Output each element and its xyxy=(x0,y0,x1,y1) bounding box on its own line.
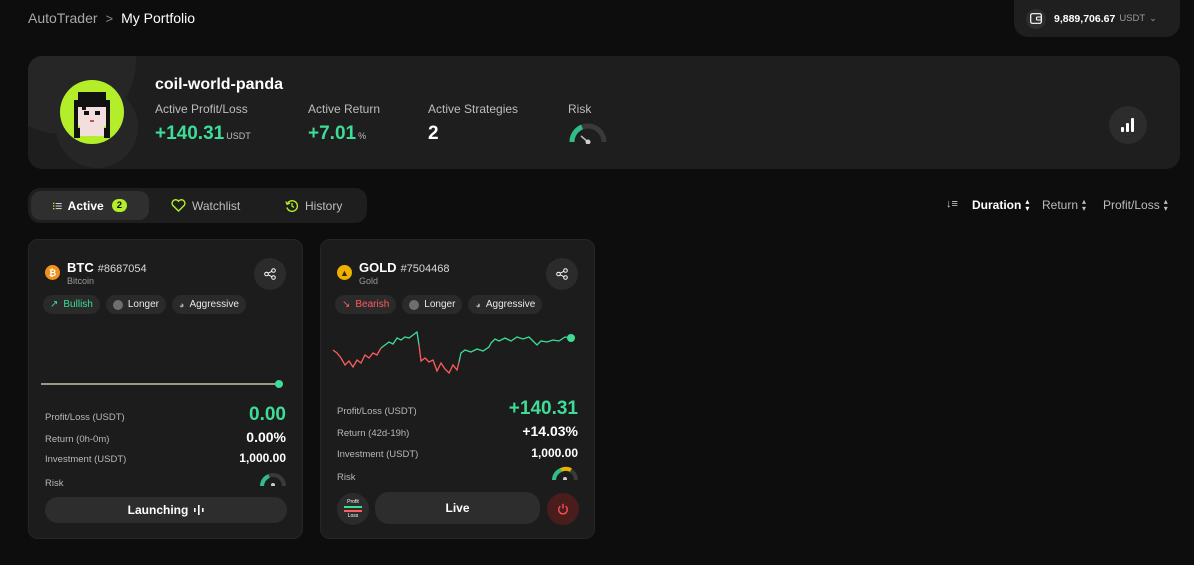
sort-icon: ↓≡ xyxy=(946,198,958,210)
tag-aggressive: ◕ Aggressive xyxy=(468,295,543,314)
username: coil-world-panda xyxy=(155,76,283,93)
stat-return: Active Return +7.01% xyxy=(308,102,380,145)
clock-icon xyxy=(409,299,420,310)
loss-bar xyxy=(344,510,362,512)
sort-arrows-icon: ▴ ▾ xyxy=(1163,197,1168,213)
stat-profit-loss: Active Profit/Loss +140.31 USDT xyxy=(155,102,251,145)
strategy-card-gold[interactable]: ▲ GOLD #7504468 Gold ↘ Bearish Longer ◕ Agg… xyxy=(320,239,595,539)
breadcrumb-separator: > xyxy=(105,10,114,26)
tab-label: Watchlist xyxy=(192,198,241,213)
tag-bullish: ↗ Bullish xyxy=(43,295,100,314)
wallet-amount: 9,889,706.67 xyxy=(1054,12,1116,25)
stat-label: Active Profit/Loss xyxy=(155,102,248,116)
trend-down-icon: ↘ xyxy=(342,299,351,310)
performance-sparkline xyxy=(332,330,575,375)
list-icon xyxy=(53,202,62,209)
sort-return[interactable]: Return ▴ ▾ xyxy=(1042,197,1087,213)
card-asset-name: Bitcoin xyxy=(67,276,95,286)
sort-order-toggle[interactable]: ↓≡ xyxy=(946,198,958,210)
profit-loss-toggle-button[interactable]: Profit Loss xyxy=(337,493,369,525)
tab-label: History xyxy=(305,198,343,213)
stat-risk: Risk xyxy=(568,102,608,149)
sort-label: Profit/Loss xyxy=(1103,198,1160,212)
wallet-balance-dropdown[interactable]: 9,889,706.67 USDT ⌄ xyxy=(1014,0,1180,37)
gold-icon: ▲ xyxy=(337,265,352,280)
profile-summary-panel: coil-world-panda Active Profit/Loss +140… xyxy=(28,56,1180,169)
power-icon xyxy=(558,503,568,515)
history-icon xyxy=(285,199,299,212)
avatar xyxy=(60,80,124,144)
tag-list: ↗ Bullish Longer ◕ Aggressive xyxy=(43,295,246,314)
live-button[interactable]: Live xyxy=(375,492,540,524)
card-row-profit-loss: Profit/Loss (USDT) +140.31 xyxy=(337,398,578,419)
loading-bars-icon xyxy=(194,505,204,515)
share-button[interactable] xyxy=(546,258,578,290)
sort-duration[interactable]: Duration ▴ ▾ xyxy=(972,197,1030,213)
launching-button[interactable]: Launching xyxy=(45,497,287,523)
sort-profit-loss[interactable]: Profit/Loss ▴ ▾ xyxy=(1103,197,1168,213)
stat-label: Active Strategies xyxy=(428,102,519,116)
card-row-risk: Risk xyxy=(337,466,578,483)
card-row-profit-loss: Profit/Loss (USDT) 0.00 xyxy=(45,404,286,425)
card-row-return: Return (0h-0m) 0.00% xyxy=(45,429,286,445)
bitcoin-icon: ₿ xyxy=(45,265,60,280)
card-row-investment: Investment (USDT) 1,000.00 xyxy=(337,446,578,460)
heart-icon xyxy=(171,199,186,212)
tab-active[interactable]: Active 2 xyxy=(31,191,149,220)
stat-label: Risk xyxy=(568,102,592,116)
stop-strategy-button[interactable] xyxy=(547,493,579,525)
chevron-down-icon: ⌄ xyxy=(1149,13,1157,23)
trend-up-icon: ↗ xyxy=(50,299,59,310)
sort-arrows-icon: ▴ ▾ xyxy=(1082,197,1087,213)
share-button[interactable] xyxy=(254,258,286,290)
card-symbol: BTC #8687054 xyxy=(67,260,147,275)
count-badge: 2 xyxy=(111,199,127,212)
tab-label: Active xyxy=(67,198,104,213)
sort-label: Return xyxy=(1042,198,1079,212)
analytics-button[interactable] xyxy=(1109,106,1147,144)
breadcrumb-current: My Portfolio xyxy=(121,10,196,26)
sort-arrows-icon: ▴ ▾ xyxy=(1025,197,1030,213)
card-row-investment: Investment (USDT) 1,000.00 xyxy=(45,451,286,465)
tag-longer: Longer xyxy=(105,295,166,314)
gauge-icon: ◕ xyxy=(475,299,481,310)
clock-icon xyxy=(112,299,123,310)
card-symbol: GOLD #7504468 xyxy=(359,260,450,275)
stat-value: +7.01% xyxy=(308,123,367,144)
tag-list: ↘ Bearish Longer ◕ Aggressive xyxy=(335,295,543,314)
breadcrumb: AutoTrader > My Portfolio xyxy=(28,10,195,26)
share-icon xyxy=(556,268,568,280)
risk-gauge-icon xyxy=(552,466,578,480)
tag-bearish: ↘ Bearish xyxy=(335,295,397,314)
bar-chart-icon xyxy=(1121,118,1134,132)
flat-performance-chart xyxy=(41,380,283,388)
tab-watchlist[interactable]: Watchlist xyxy=(171,191,240,220)
tab-history[interactable]: History xyxy=(285,191,342,220)
card-row-return: Return (42d-19h) +14.03% xyxy=(337,423,578,439)
risk-gauge-icon xyxy=(569,123,607,145)
card-row-risk: Risk xyxy=(45,472,286,489)
stat-value: +140.31 USDT xyxy=(155,123,251,144)
breadcrumb-root[interactable]: AutoTrader xyxy=(28,10,98,26)
strategy-card-btc[interactable]: ₿ BTC #8687054 Bitcoin ↗ Bullish Longer ◕ A… xyxy=(28,239,303,539)
stat-label: Active Return xyxy=(308,102,381,116)
profit-bar xyxy=(344,506,362,508)
sort-label: Duration xyxy=(972,198,1022,212)
tag-aggressive: ◕ Aggressive xyxy=(172,295,246,314)
card-asset-name: Gold xyxy=(359,276,379,286)
wallet-icon xyxy=(1026,8,1046,29)
share-icon xyxy=(264,268,276,280)
strategy-tabs: Active 2 Watchlist History xyxy=(28,188,367,223)
stat-strategies: Active Strategies 2 xyxy=(428,102,518,145)
stat-value: 2 xyxy=(428,123,439,144)
gauge-icon: ◕ xyxy=(179,299,185,310)
risk-gauge-icon xyxy=(260,473,286,486)
wallet-unit: USDT xyxy=(1119,13,1146,24)
tag-longer: Longer xyxy=(402,295,463,314)
